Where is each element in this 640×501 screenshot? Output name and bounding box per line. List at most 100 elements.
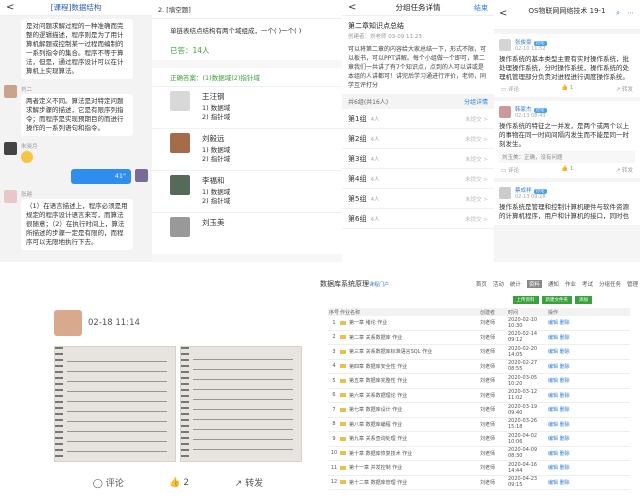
add-button[interactable]: 添加 (575, 296, 592, 304)
back-arrow-icon[interactable]: < (348, 2, 356, 13)
table-row[interactable]: 10 第十章 数据库恢复技术 作业 刘老师 2020-04-09 08:30 编辑 删除 (328, 447, 630, 461)
row-actions[interactable]: 编辑 删除 (548, 435, 584, 442)
avatar[interactable] (135, 169, 148, 182)
submit-status: 未提交 > (465, 216, 488, 223)
answer-row[interactable]: 刘毅远 1) 数据域 2) 指针域 (152, 128, 342, 170)
message-bubble[interactable]: 两者定义不同。算法是对特定问题求解步骤的描述，它是有限序列指令；而程序是实现预期… (21, 94, 133, 136)
row-name-cell[interactable]: 第十二章 数据库管理 作业 (340, 479, 480, 486)
search-icon[interactable]: ⌕ (616, 9, 620, 18)
table-row[interactable]: 9 第九章 关系查询处理 作业 刘老师 2020-04-02 10:06 编辑 删除 (328, 432, 630, 447)
row-actions[interactable]: 编辑 删除 (548, 464, 584, 471)
avatar[interactable] (4, 142, 17, 155)
nav-item[interactable]: 管理 (627, 280, 638, 288)
back-arrow-icon[interactable]: < (499, 9, 507, 19)
row-name-cell[interactable]: 第九章 关系查询处理 作业 (340, 435, 480, 442)
notebook-photo[interactable] (54, 346, 176, 462)
row-time: 2020-02-14 09:12 (508, 331, 538, 344)
avatar[interactable] (54, 310, 82, 336)
row-actions[interactable]: 编辑 删除 (548, 421, 584, 428)
share-button[interactable]: ↗ 转发 (616, 85, 633, 93)
group-row[interactable]: 第6组 4人 未提交 > (342, 209, 494, 229)
row-name-cell[interactable]: 第二章 关系数据库 作业 (340, 334, 480, 341)
table-row[interactable]: 12 第十二章 数据库管理 作业 刘老师 2020-04-23 09:15 编辑 删除 (328, 476, 630, 490)
table-row[interactable]: 1 第一章 绪论 作业 刘老师 2020-02-10 10:30 编辑 删除 (328, 316, 630, 331)
group-row[interactable]: 第5组 4人 未提交 > (342, 189, 494, 209)
row-time: 2020-03-19 09:40 (508, 403, 538, 416)
emoji-sticker-icon[interactable] (21, 151, 33, 163)
row-actions[interactable]: 编辑 删除 (548, 348, 584, 355)
table-row[interactable]: 7 第七章 数据库设计 作业 刘老师 2020-03-19 09:40 编辑 删除 (328, 403, 630, 418)
comment-button[interactable]: ▭ 评论 (501, 85, 519, 93)
topic-post[interactable]: 蔡成祥 讨论 02-13 09:28 操作系统是管理和控制计算机硬件与软件资源的计… (494, 182, 640, 225)
nav-item[interactable]: 作业 (565, 280, 576, 288)
table-row[interactable]: 6 第六章 关系数据理论 作业 刘老师 2020-03-12 11:02 编辑 删除 (328, 389, 630, 403)
row-actions[interactable]: 编辑 删除 (548, 377, 584, 384)
nav-item[interactable]: 通知 (548, 280, 559, 288)
like-button[interactable]: 👍 1 (561, 166, 573, 174)
table-row[interactable]: 5 第五章 数据库完整性 作业 刘老师 2020-03-05 10:20 编辑 删除 (328, 374, 630, 389)
avatar[interactable] (499, 187, 511, 199)
group-details-link[interactable]: 分组详情 (464, 97, 488, 106)
row-name-cell[interactable]: 第十一章 并发控制 作业 (340, 464, 480, 471)
row-name-cell[interactable]: 第一章 绪论 作业 (340, 319, 480, 326)
finish-button[interactable]: 结束 (474, 3, 488, 13)
row-name-cell[interactable]: 第五章 数据库完整性 作业 (340, 377, 480, 384)
database-course-panel: 数据库系统原理课程门户 首页 活动 统计 资料 通知 作业 考试 分组任务 管理… (318, 276, 640, 501)
group-row[interactable]: 第1组 4人 未提交 > (342, 109, 494, 129)
like-button[interactable]: 👍 1 (561, 85, 573, 93)
nav-item[interactable]: 分组任务 (599, 280, 621, 288)
upload-button[interactable]: 上传资料 (512, 296, 539, 304)
avatar[interactable] (499, 106, 511, 118)
message-bubble[interactable]: 是对问题求解过程的一种准确而完整的逻辑描述，程序则是为了用计算机解题或控制某一过… (21, 19, 133, 79)
answer-row[interactable]: 刘玉美 (152, 212, 342, 254)
notebook-photo[interactable] (180, 346, 302, 462)
row-name-cell[interactable]: 第三章 关系数据库标准语言SQL 作业 (340, 348, 480, 355)
message-bubble[interactable]: （1）在语言描述上，程序必须是用规定的程序设计语言来写，而算法很随意；（2）在执… (21, 199, 133, 250)
group-row[interactable]: 第4组 4人 未提交 > (342, 169, 494, 189)
answer-row[interactable]: 李福和 1) 数据域 2) 指针域 (152, 170, 342, 212)
row-actions[interactable]: 编辑 删除 (548, 450, 584, 457)
row-name-cell[interactable]: 第六章 关系数据理论 作业 (340, 392, 480, 399)
comment-button[interactable]: ▭ 评论 (501, 166, 519, 174)
reply-preview[interactable]: 刘玉美：正确，没有问题 (499, 151, 635, 163)
nav-item[interactable]: 首页 (476, 280, 487, 288)
table-row[interactable]: 3 第三章 关系数据库标准语言SQL 作业 刘老师 2020-02-20 14:05 编… (328, 345, 630, 360)
avatar[interactable] (4, 190, 17, 203)
row-actions[interactable]: 编辑 删除 (548, 406, 584, 413)
nav-item-active[interactable]: 资料 (526, 280, 542, 288)
row-actions[interactable]: 编辑 删除 (548, 363, 584, 370)
more-icon[interactable]: ⋯ (627, 9, 634, 18)
table-row[interactable]: 2 第二章 关系数据库 作业 刘老师 2020-02-14 09:12 编辑 删除 (328, 331, 630, 345)
row-actions[interactable]: 编辑 删除 (548, 392, 584, 399)
group-row[interactable]: 第2组 4人 未提交 > (342, 129, 494, 149)
nav-item[interactable]: 考试 (582, 280, 593, 288)
nav-item[interactable]: 统计 (510, 280, 521, 288)
share-button[interactable]: ↗ 转发 (235, 476, 263, 489)
new-folder-button[interactable]: 新建文件夹 (541, 296, 572, 304)
topic-post[interactable]: 韩家杰 讨论 02-13 08:43 操作系统的特征之一并发，是两个或两个以上的事… (494, 101, 640, 178)
row-actions[interactable]: 编辑 删除 (548, 334, 584, 341)
row-creator: 刘老师 (480, 479, 496, 486)
submit-status: 未提交 > (465, 136, 488, 143)
comment-button[interactable]: ◯ 评论 (93, 476, 124, 489)
group-row[interactable]: 第3组 4人 未提交 > (342, 149, 494, 169)
avatar[interactable] (499, 39, 511, 51)
topic-post[interactable]: 张俊豪 讨论 02-10 11:52 操作系统的基本类型主要有实时操作系统，批处理… (494, 34, 640, 97)
row-name-cell[interactable]: 第四章 数据库安全性 作业 (340, 363, 480, 370)
table-row[interactable]: 8 第八章 数据库编程 作业 刘老师 2020-03-26 15:18 编辑 删除 (328, 418, 630, 432)
row-name-cell[interactable]: 第七章 数据库设计 作业 (340, 406, 480, 413)
voice-message-bubble[interactable]: 41" (71, 169, 131, 184)
table-row[interactable]: 4 第四章 数据库安全性 作业 刘老师 2020-02-27 08:55 编辑 删除 (328, 360, 630, 374)
answered-count: 已答：14人 (152, 41, 342, 60)
row-actions[interactable]: 编辑 删除 (548, 479, 584, 486)
answer-row[interactable]: 王汪钢 1) 数据域 2) 指针域 (152, 86, 342, 128)
back-arrow-icon[interactable]: < (6, 2, 14, 13)
row-name-cell[interactable]: 第十章 数据库恢复技术 作业 (340, 450, 480, 457)
like-button[interactable]: 👍 2 (169, 478, 189, 488)
nav-item[interactable]: 活动 (493, 280, 504, 288)
row-name-cell[interactable]: 第八章 数据库编程 作业 (340, 421, 480, 428)
row-actions[interactable]: 编辑 删除 (548, 319, 584, 326)
table-row[interactable]: 11 第十一章 并发控制 作业 刘老师 2020-04-16 14:44 编辑 删除 (328, 461, 630, 476)
share-button[interactable]: ↗ 转发 (616, 166, 633, 174)
avatar[interactable] (4, 85, 17, 98)
